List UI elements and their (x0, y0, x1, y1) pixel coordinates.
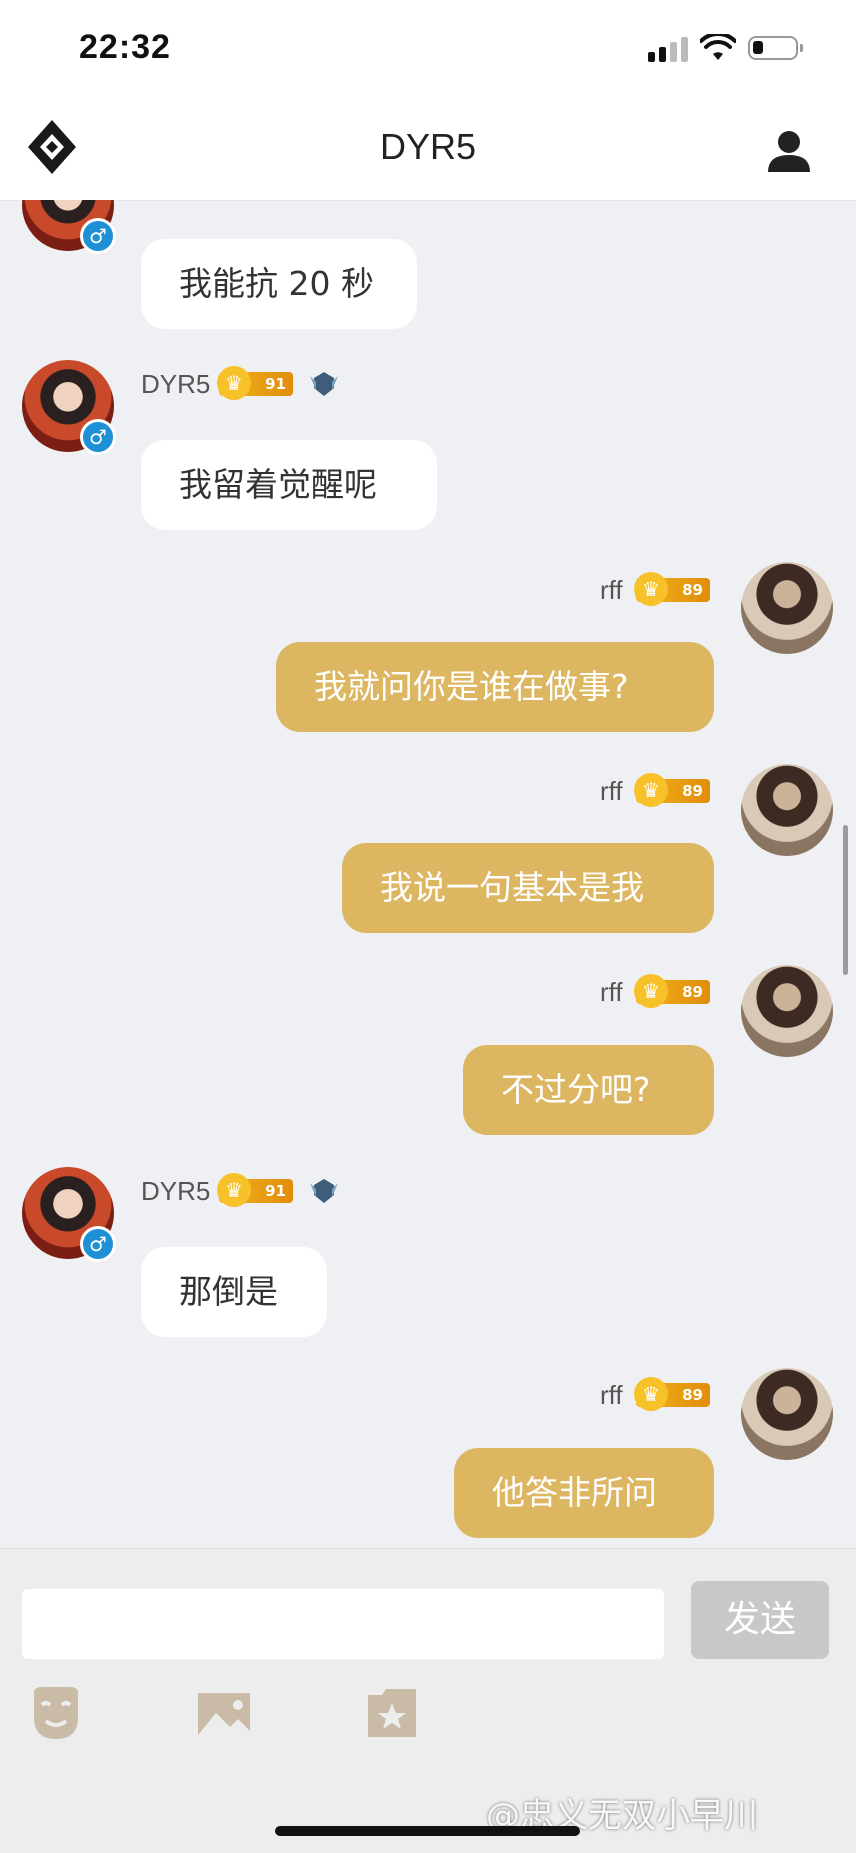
signal-icon (648, 36, 692, 62)
sender-name: rff (600, 575, 623, 605)
avatar[interactable] (741, 1368, 833, 1460)
status-time: 22:32 (79, 28, 171, 66)
send-button[interactable]: 发送 (691, 1581, 829, 1659)
message-bubble[interactable]: 我说一句基本是我 (342, 843, 714, 933)
rank-emblem-icon (310, 372, 338, 396)
sticker-icon[interactable] (362, 1683, 422, 1743)
profile-icon[interactable] (764, 126, 814, 176)
scrollbar-thumb[interactable] (843, 825, 848, 975)
app-logo-icon-overlay (28, 120, 76, 174)
wifi-icon (700, 34, 736, 60)
image-icon[interactable] (194, 1683, 254, 1743)
message-bubble[interactable]: 我能抗 20 秒 (141, 239, 417, 329)
chat-header: DYR5 (0, 96, 856, 201)
battery-icon (748, 36, 803, 60)
message-bubble[interactable]: 不过分吧? (463, 1045, 714, 1135)
male-icon: ♂ (80, 419, 116, 455)
avatar[interactable] (741, 764, 833, 856)
level-badge: ♛ 91 (217, 1173, 293, 1207)
sender-name: DYR5 (141, 1176, 211, 1206)
avatar[interactable] (741, 562, 833, 654)
level-badge: ♛ 89 (634, 572, 710, 606)
sender-name: DYR5 (141, 369, 211, 399)
male-icon: ♂ (80, 218, 116, 254)
status-bar: 22:32 (0, 0, 856, 96)
male-icon: ♂ (80, 1226, 116, 1262)
avatar[interactable] (741, 965, 833, 1057)
message-bubble[interactable]: 那倒是 (141, 1247, 327, 1337)
message-input[interactable] (22, 1589, 664, 1659)
chat-title: DYR5 (379, 126, 477, 167)
home-indicator[interactable] (275, 1826, 580, 1836)
level-badge: ♛ 91 (217, 366, 293, 400)
message-bubble[interactable]: 我留着觉醒呢 (141, 440, 437, 530)
level-badge: ♛ 89 (634, 974, 710, 1008)
level-badge: ♛ 89 (634, 1377, 710, 1411)
sender-name: rff (600, 776, 623, 806)
rank-emblem-icon (310, 1179, 338, 1203)
sender-name: rff (600, 977, 623, 1007)
emoji-icon[interactable] (26, 1683, 86, 1743)
message-bubble[interactable]: 我就问你是谁在做事? (276, 642, 714, 732)
sender-name: rff (600, 1380, 623, 1410)
message-bubble[interactable]: 他答非所问 (454, 1448, 714, 1538)
level-badge: ♛ 89 (634, 773, 710, 807)
